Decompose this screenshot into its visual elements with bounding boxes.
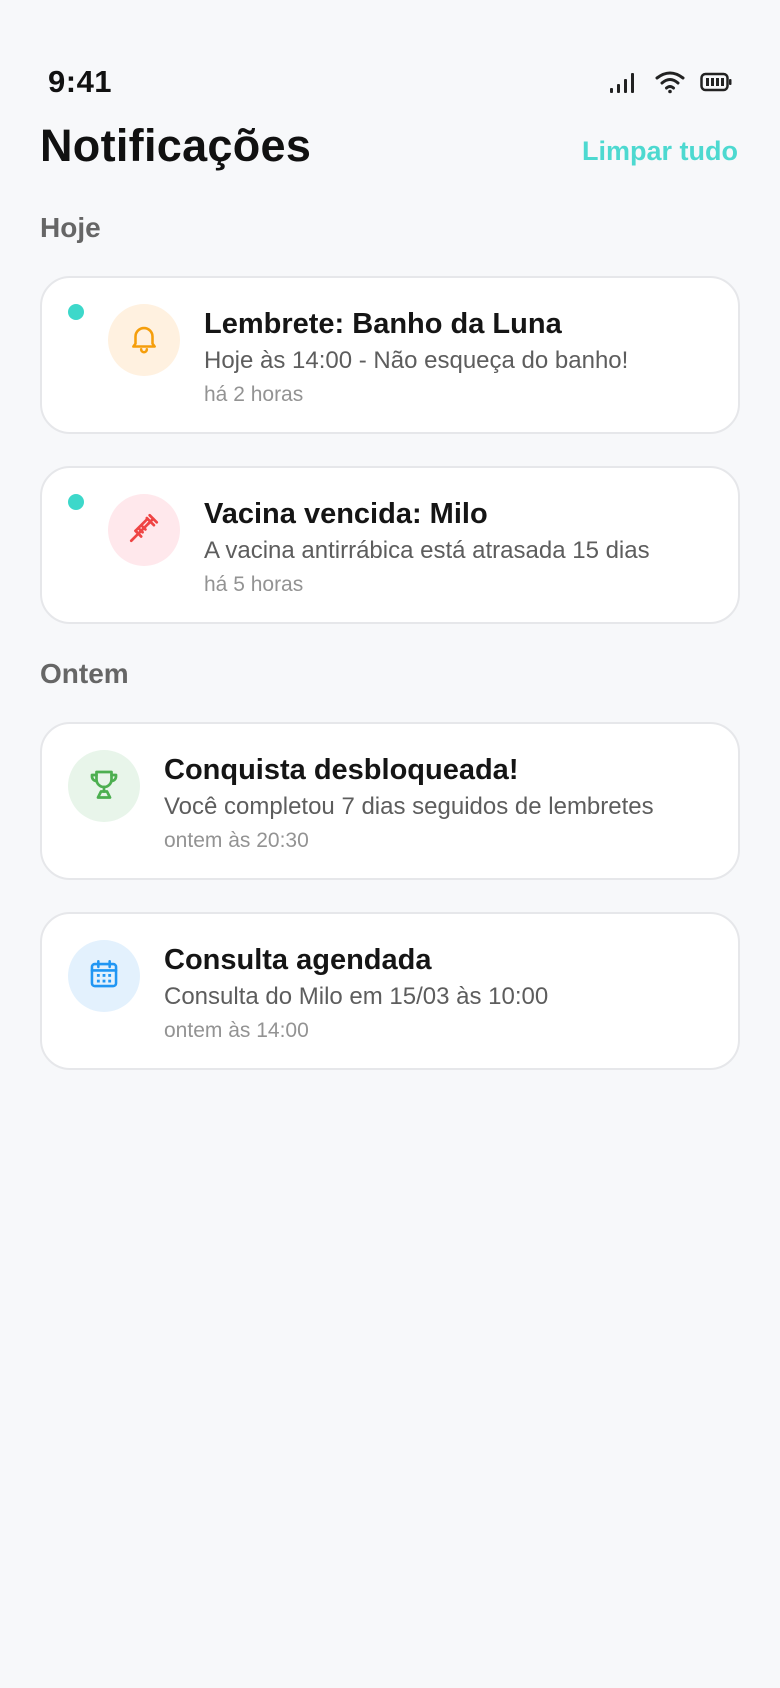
unread-dot — [68, 494, 84, 510]
status-time: 9:41 — [48, 64, 113, 99]
notification-body: Você completou 7 dias seguidos de lembre… — [164, 793, 654, 820]
page-title: Notificações — [40, 120, 312, 171]
syringe-icon — [127, 511, 161, 550]
icon-badge — [68, 940, 140, 1012]
cellular-signal-icon — [608, 70, 640, 94]
notification-text: Consulta agendada Consulta do Milo em 15… — [164, 942, 718, 1046]
notification-text: Vacina vencida: Milo A vacina antirrábic… — [204, 496, 718, 600]
icon-badge — [108, 494, 180, 566]
bell-icon — [127, 321, 161, 360]
notification-title: Lembrete: Banho da Luna — [204, 308, 562, 340]
notification-title: Vacina vencida: Milo — [204, 498, 488, 530]
notification-title: Conquista desbloqueada! — [164, 754, 519, 786]
notification-card[interactable]: Conquista desbloqueada! Você completou 7… — [40, 722, 740, 880]
status-icons — [608, 70, 732, 94]
unread-dot — [68, 304, 84, 320]
status-bar: 9:41 — [0, 0, 780, 120]
notification-card[interactable]: Lembrete: Banho da Luna Hoje às 14:00 - … — [40, 276, 740, 434]
notification-time: há 5 horas — [204, 573, 304, 596]
calendar-icon — [87, 957, 121, 996]
notification-time: ontem às 14:00 — [164, 1019, 309, 1042]
notification-body: Hoje às 14:00 - Não esqueça do banho! — [204, 347, 629, 374]
notification-card[interactable]: Vacina vencida: Milo A vacina antirrábic… — [40, 466, 740, 624]
notification-time: há 2 horas — [204, 383, 304, 406]
notifications-screen: 9:41 Notificações Limpar tudo Hoje Lembr… — [0, 0, 780, 1688]
header: Notificações Limpar tudo — [40, 120, 740, 182]
notification-text: Conquista desbloqueada! Você completou 7… — [164, 752, 718, 856]
notification-title: Consulta agendada — [164, 944, 432, 976]
notification-body: Consulta do Milo em 15/03 às 10:00 — [164, 983, 549, 1010]
icon-badge — [108, 304, 180, 376]
wifi-icon — [654, 70, 686, 94]
section-label-today: Hoje — [40, 212, 101, 243]
notification-time: ontem às 20:30 — [164, 829, 309, 852]
battery-icon — [700, 71, 732, 93]
notification-text: Lembrete: Banho da Luna Hoje às 14:00 - … — [204, 306, 718, 410]
icon-badge — [68, 750, 140, 822]
clear-all-button[interactable]: Limpar tudo — [582, 136, 738, 167]
notification-card[interactable]: Consulta agendada Consulta do Milo em 15… — [40, 912, 740, 1070]
notification-body: A vacina antirrábica está atrasada 15 di… — [204, 537, 650, 564]
section-label-yesterday: Ontem — [40, 658, 129, 689]
trophy-icon — [86, 766, 122, 807]
